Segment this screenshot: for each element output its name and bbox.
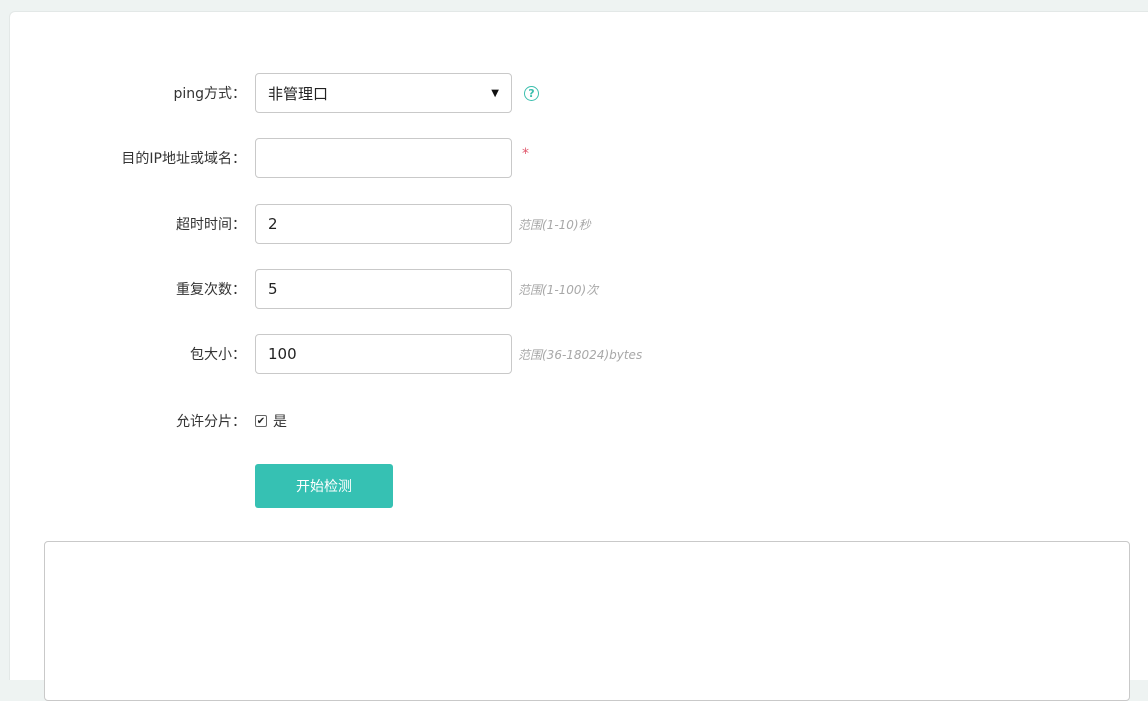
timeout-row: 超时时间： 2 范围(1-10)秒 <box>10 204 1148 244</box>
packet-size-label: 包大小： <box>190 347 246 363</box>
fragment-option-text: 是 <box>273 414 287 430</box>
required-mark: * <box>522 146 529 162</box>
result-output-area[interactable] <box>44 541 1130 701</box>
packet-size-hint: 范围(36-18024)bytes <box>518 347 643 362</box>
ping-panel: ping方式： 非管理口 ▼ ? 目的IP地址或域名： * 超时时间： 2 范围… <box>9 11 1148 701</box>
repeat-row: 重复次数： 5 范围(1-100)次 <box>10 269 1148 309</box>
fragment-checkbox[interactable]: ✔ <box>255 415 267 427</box>
ping-mode-label: ping方式： <box>173 86 246 102</box>
timeout-label: 超时时间： <box>176 217 246 233</box>
start-check-button[interactable]: 开始检测 <box>255 464 393 508</box>
ping-mode-row: ping方式： 非管理口 ▼ ? <box>10 73 1148 113</box>
repeat-input[interactable]: 5 <box>255 269 512 309</box>
repeat-label: 重复次数： <box>176 282 246 298</box>
fragment-label: 允许分片： <box>176 414 246 430</box>
fragment-row: 允许分片： ✔ 是 <box>10 401 1148 441</box>
checkmark-icon: ✔ <box>256 415 266 427</box>
packet-size-row: 包大小： 100 范围(36-18024)bytes <box>10 334 1148 374</box>
packet-size-input[interactable]: 100 <box>255 334 512 374</box>
repeat-hint: 范围(1-100)次 <box>518 282 599 297</box>
caret-down-icon: ▼ <box>491 87 499 99</box>
target-label: 目的IP地址或域名： <box>121 151 246 167</box>
target-input[interactable] <box>255 138 512 178</box>
ping-mode-value: 非管理口 <box>268 84 329 103</box>
help-circle-icon[interactable]: ? <box>524 85 539 101</box>
timeout-hint: 范围(1-10)秒 <box>518 217 591 232</box>
target-row: 目的IP地址或域名： * <box>10 138 1148 178</box>
timeout-input[interactable]: 2 <box>255 204 512 244</box>
ping-mode-select[interactable]: 非管理口 ▼ <box>255 73 512 113</box>
